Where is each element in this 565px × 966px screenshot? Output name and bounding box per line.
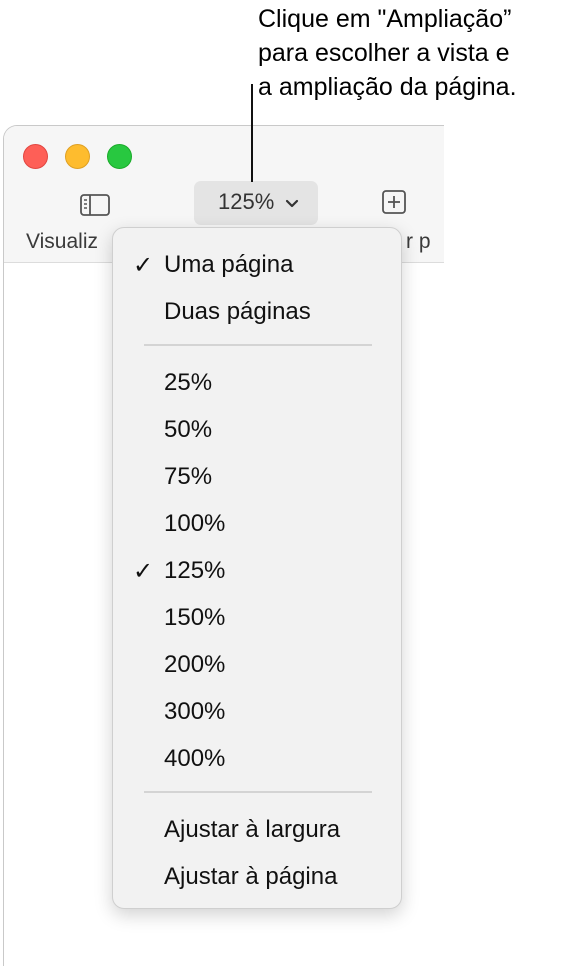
- minimize-window-button[interactable]: [65, 144, 90, 169]
- callout-line-3: a ampliação da página.: [258, 73, 517, 101]
- menu-item-zoom-150[interactable]: 150%: [113, 599, 401, 639]
- menu-item-zoom-200[interactable]: 200%: [113, 646, 401, 686]
- menu-item-fit-page[interactable]: Ajustar à página: [113, 858, 401, 898]
- menu-item-zoom-100[interactable]: 100%: [113, 505, 401, 545]
- sidebar-icon[interactable]: [80, 194, 110, 221]
- checkmark-icon: ✓: [133, 252, 154, 279]
- view-label[interactable]: Visualiz: [26, 230, 98, 254]
- checkmark-icon: ✓: [133, 558, 154, 585]
- menu-item-fit-width[interactable]: Ajustar à largura: [113, 811, 401, 851]
- zoom-menu: ✓ Uma página Duas páginas 25% 50% 75% 10…: [112, 227, 402, 909]
- callout-annotation: Clique em "Ampliação” para escolher a vi…: [258, 2, 563, 104]
- menu-item-one-page[interactable]: ✓ Uma página: [113, 246, 401, 286]
- zoom-button[interactable]: 125%: [194, 181, 318, 225]
- fullscreen-window-button[interactable]: [107, 144, 132, 169]
- menu-separator: [144, 344, 372, 346]
- menu-item-zoom-300[interactable]: 300%: [113, 693, 401, 733]
- menu-item-zoom-400[interactable]: 400%: [113, 740, 401, 780]
- add-page-label[interactable]: r p: [406, 230, 431, 254]
- menu-item-zoom-125[interactable]: ✓ 125%: [113, 552, 401, 592]
- menu-item-two-pages[interactable]: Duas páginas: [113, 293, 401, 333]
- menu-item-zoom-75[interactable]: 75%: [113, 458, 401, 498]
- callout-line-1: Clique em "Ampliação”: [258, 5, 512, 33]
- callout-pointer-line: [251, 84, 253, 182]
- menu-item-zoom-25[interactable]: 25%: [113, 364, 401, 404]
- zoom-value: 125%: [218, 189, 275, 214]
- close-window-button[interactable]: [23, 144, 48, 169]
- add-page-icon[interactable]: [382, 190, 406, 219]
- menu-separator: [144, 791, 372, 793]
- callout-line-2: para escolher a vista e: [258, 39, 510, 67]
- menu-item-zoom-50[interactable]: 50%: [113, 411, 401, 451]
- chevron-down-icon: [285, 199, 299, 208]
